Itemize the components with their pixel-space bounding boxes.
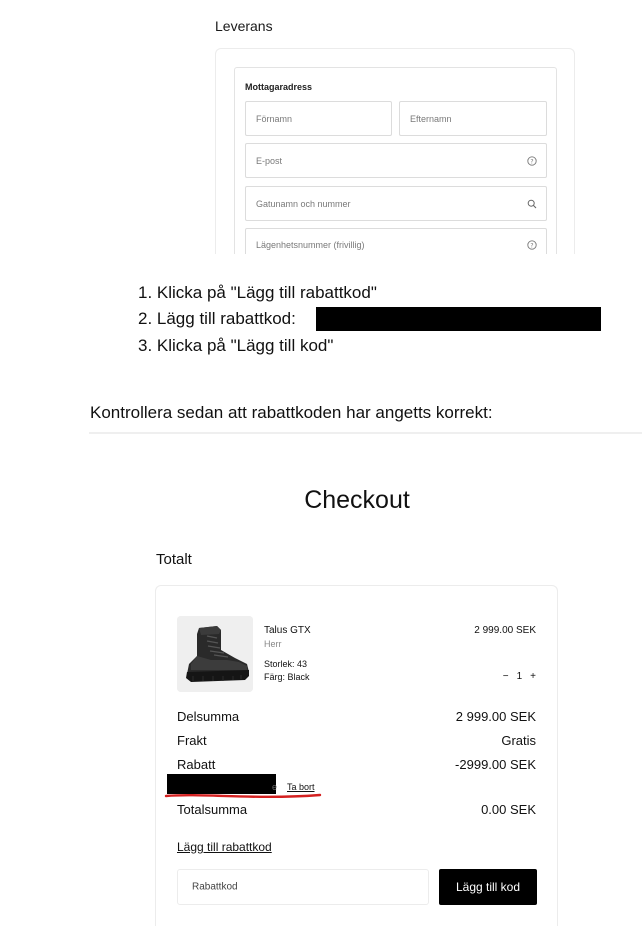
verify-instruction: Kontrollera sedan att rabattkoden har an… [90,403,493,422]
address-label: Mottagaradress [245,82,313,92]
apply-code-button[interactable]: Lägg till kod [439,869,537,905]
red-annotation-underline [164,793,322,799]
shipping-label: Frakt [177,733,207,748]
product-name: Talus GTX [264,625,311,636]
product-color: Färg: Black [264,672,310,682]
total-value: 0.00 SEK [481,802,536,817]
last-name-placeholder: Efternamn [410,113,452,124]
email-field[interactable]: E-post ? [245,143,547,178]
svg-text:?: ? [530,242,533,249]
quantity-stepper: − 1 + [503,671,536,682]
delivery-title: Leverans [215,18,273,34]
redacted-discount-code [316,307,601,331]
first-name-field[interactable]: Förnamn [245,101,392,136]
street-placeholder: Gatunamn och nummer [256,198,351,209]
subtotal-value: 2 999.00 SEK [455,709,536,724]
apartment-placeholder: Lägenhetsnummer (frivillig) [256,239,365,250]
email-placeholder: E-post [256,155,283,166]
discount-label: Rabatt [177,757,216,772]
quantity-increase-button[interactable]: + [530,671,536,682]
instruction-step-3: 3. Klicka på "Lägg till kod" [138,336,334,355]
discount-code-placeholder: Rabattkod [192,881,238,893]
help-icon[interactable]: ? [527,155,537,166]
last-name-field[interactable]: Efternamn [399,101,547,136]
product-size: Storlek: 43 [264,659,308,669]
quantity-value: 1 [516,671,523,682]
svg-text:?: ? [530,158,533,165]
add-discount-code-link[interactable]: Lägg till rabattkod [177,840,272,854]
instruction-step-1: 1. Klicka på "Lägg till rabattkod" [138,283,377,302]
instruction-step-2: 2. Lägg till rabattkod: [138,309,296,328]
product-price: 2 999.00 SEK [474,625,536,636]
product-image [177,616,253,692]
street-field[interactable]: Gatunamn och nummer [245,186,547,221]
screenshot-crop-edge [200,254,600,260]
checkout-title: Checkout [304,486,410,514]
divider [89,432,642,434]
first-name-placeholder: Förnamn [256,113,293,124]
subtotal-label: Delsumma [177,709,240,724]
totals-title: Totalt [156,551,192,568]
discount-value: -2999.00 SEK [455,757,536,772]
product-gender: Herr [264,639,282,649]
help-icon[interactable]: ? [527,239,537,250]
search-icon[interactable] [527,199,537,209]
discount-code-input[interactable]: Rabattkod [177,869,429,905]
hiking-boot-icon [177,616,253,692]
quantity-decrease-button[interactable]: − [503,671,509,682]
shipping-value: Gratis [501,733,536,748]
total-label: Totalsumma [177,802,248,817]
